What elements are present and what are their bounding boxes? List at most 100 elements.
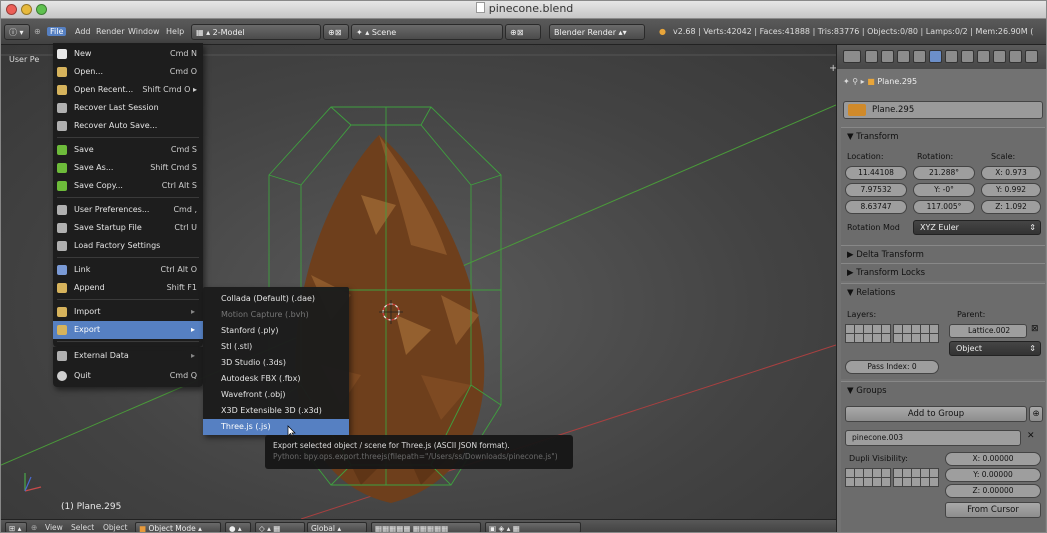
viewport-shading-select[interactable]: ● ▴: [225, 522, 251, 532]
menu-item-open-recent[interactable]: Open Recent... Shift Cmd O ▸: [53, 81, 203, 99]
menu-item-save-label: Save: [74, 145, 94, 154]
scale-y-field[interactable]: Y: 0.992: [981, 183, 1041, 197]
screen-add-remove[interactable]: ⊕⊠: [323, 24, 349, 40]
rotation-x-field[interactable]: 21.288°: [913, 166, 975, 180]
menu-window[interactable]: Window: [128, 24, 160, 40]
tab-layers[interactable]: [913, 50, 926, 63]
export-motion-capture[interactable]: Motion Capture (.bvh): [203, 307, 349, 323]
snap-render-buttons[interactable]: ▣ ◈ ▴ ▦: [485, 522, 581, 532]
menu-view[interactable]: View: [45, 522, 63, 532]
menu-item-load-factory-settings[interactable]: Load Factory Settings: [53, 237, 203, 255]
editor-type-properties[interactable]: [843, 50, 861, 63]
tab-render[interactable]: [865, 50, 878, 63]
export-x3d[interactable]: X3D Extensible 3D (.x3d): [203, 403, 349, 419]
transform-header[interactable]: ▼ Transform: [841, 128, 1045, 146]
remove-group-icon[interactable]: ✕: [1027, 431, 1035, 441]
menu-item-import[interactable]: Import ▸: [53, 303, 203, 321]
menu-item-export[interactable]: Export ▸: [53, 321, 203, 339]
rotation-y-field[interactable]: Y: -0°: [913, 183, 975, 197]
add-to-group-button[interactable]: Add to Group: [845, 406, 1027, 422]
scale-x-field[interactable]: X: 0.973: [981, 166, 1041, 180]
scale-z-field[interactable]: Z: 1.092: [981, 200, 1041, 214]
menu-help[interactable]: Help: [166, 24, 184, 40]
render-engine-select[interactable]: Blender Render ▴▾: [549, 24, 645, 40]
delta-transform-header[interactable]: ▶ Delta Transform: [841, 246, 1045, 264]
menu-select[interactable]: Select: [71, 522, 94, 532]
layers-grid-b[interactable]: [893, 324, 939, 343]
dupli-layers-a[interactable]: [845, 468, 891, 487]
tab-material[interactable]: [993, 50, 1006, 63]
export-wavefront-obj[interactable]: Wavefront (.obj): [203, 387, 349, 403]
parent-type-select[interactable]: Object ⇕: [949, 341, 1041, 356]
menu-item-quit-shortcut: Cmd Q: [169, 371, 197, 380]
layers-grid-a[interactable]: [845, 324, 891, 343]
rotation-mode-label: Rotation Mod: [847, 223, 900, 232]
screen-layout-select[interactable]: ▦ ▴ 2-Model: [191, 24, 321, 40]
menu-item-external-data[interactable]: External Data ▸: [53, 347, 203, 365]
menu-object[interactable]: Object: [103, 522, 127, 532]
tab-particles[interactable]: [1025, 50, 1038, 63]
menu-item-link[interactable]: Link Ctrl Alt O: [53, 261, 203, 279]
menu-item-new[interactable]: New Cmd N: [53, 45, 203, 63]
scene-select[interactable]: ✦ ▴ Scene: [351, 24, 503, 40]
object-name-field[interactable]: Plane.295: [843, 101, 1043, 119]
tab-object[interactable]: [929, 50, 942, 63]
rotation-mode-select[interactable]: XYZ Euler ⇕: [913, 220, 1041, 235]
group-name-field[interactable]: pinecone.003: [845, 430, 1021, 446]
location-z-field[interactable]: 8.63747: [845, 200, 907, 214]
menu-item-save-copy[interactable]: Save Copy... Ctrl Alt S: [53, 177, 203, 195]
collapse-menu-icon[interactable]: ⊕: [34, 24, 41, 40]
menu-item-save-as[interactable]: Save As... Shift Cmd S: [53, 159, 203, 177]
pass-index-field[interactable]: Pass Index: 0: [845, 360, 939, 374]
dupli-offset-y-field[interactable]: Y: 0.00000: [945, 468, 1041, 482]
menu-item-user-preferences[interactable]: User Preferences... Cmd ,: [53, 201, 203, 219]
export-fbx[interactable]: Autodesk FBX (.fbx): [203, 371, 349, 387]
parent-type-value: Object: [956, 344, 983, 353]
layer-buttons[interactable]: ▦▦▦▦▦ ▦▦▦▦▦: [371, 522, 481, 532]
save-check-icon: [57, 145, 67, 155]
editor-type-button[interactable]: ⊞ ▴: [5, 522, 27, 532]
location-x-field[interactable]: 11.44108: [845, 166, 907, 180]
menu-item-save-startup-file[interactable]: Save Startup File Ctrl U: [53, 219, 203, 237]
collapse-header-icon[interactable]: ⊕: [31, 522, 37, 532]
dupli-offset-x-field[interactable]: X: 0.00000: [945, 452, 1041, 466]
menu-item-quit[interactable]: Quit Cmd Q: [53, 367, 203, 385]
dupli-offset-z-field[interactable]: Z: 0.00000: [945, 484, 1041, 498]
tab-scene[interactable]: [881, 50, 894, 63]
export-collada[interactable]: Collada (Default) (.dae): [203, 291, 349, 307]
tab-world[interactable]: [897, 50, 910, 63]
export-stl[interactable]: Stl (.stl): [203, 339, 349, 355]
mode-select[interactable]: ■ Object Mode ▴: [135, 522, 221, 532]
tab-texture[interactable]: [1009, 50, 1022, 63]
menu-file[interactable]: File: [47, 24, 67, 40]
menu-item-save[interactable]: Save Cmd S: [53, 141, 203, 159]
relations-header[interactable]: ▼ Relations: [841, 284, 1045, 302]
location-y-field[interactable]: 7.97532: [845, 183, 907, 197]
editor-type-info-button[interactable]: ⓘ ▾: [4, 24, 30, 40]
from-cursor-button[interactable]: From Cursor: [945, 502, 1041, 518]
parent-field[interactable]: Lattice.002: [949, 324, 1027, 338]
export-3ds[interactable]: 3D Studio (.3ds): [203, 355, 349, 371]
menu-add[interactable]: Add: [75, 24, 91, 40]
add-group-plus-button[interactable]: ⊕: [1029, 406, 1043, 422]
menu-item-recover-last-session[interactable]: Recover Last Session: [53, 99, 203, 117]
tab-constraints[interactable]: [945, 50, 958, 63]
export-stanford-ply[interactable]: Stanford (.ply): [203, 323, 349, 339]
menu-render[interactable]: Render: [96, 24, 124, 40]
menu-item-open[interactable]: Open... Cmd O: [53, 63, 203, 81]
pivot-select[interactable]: ◇ ▴ ▦: [255, 522, 305, 532]
tab-modifiers[interactable]: [961, 50, 974, 63]
orientation-select[interactable]: Global ▴: [307, 522, 367, 532]
menu-item-new-shortcut: Cmd N: [170, 49, 197, 58]
groups-header[interactable]: ▼ Groups: [841, 382, 1045, 400]
menu-item-append[interactable]: Append Shift F1: [53, 279, 203, 297]
menu-item-recover-auto-save[interactable]: Recover Auto Save...: [53, 117, 203, 135]
rotation-z-field[interactable]: 117.005°: [913, 200, 975, 214]
tab-data[interactable]: [977, 50, 990, 63]
transform-locks-header[interactable]: ▶ Transform Locks: [841, 264, 1045, 282]
export-threejs[interactable]: Three.js (.js): [203, 419, 349, 435]
pin-icon[interactable]: ✦ ⚲ ▸: [843, 77, 865, 86]
dupli-layers-b[interactable]: [893, 468, 939, 487]
scene-add-remove[interactable]: ⊕⊠: [505, 24, 541, 40]
clear-parent-icon[interactable]: ⊠: [1031, 324, 1039, 334]
